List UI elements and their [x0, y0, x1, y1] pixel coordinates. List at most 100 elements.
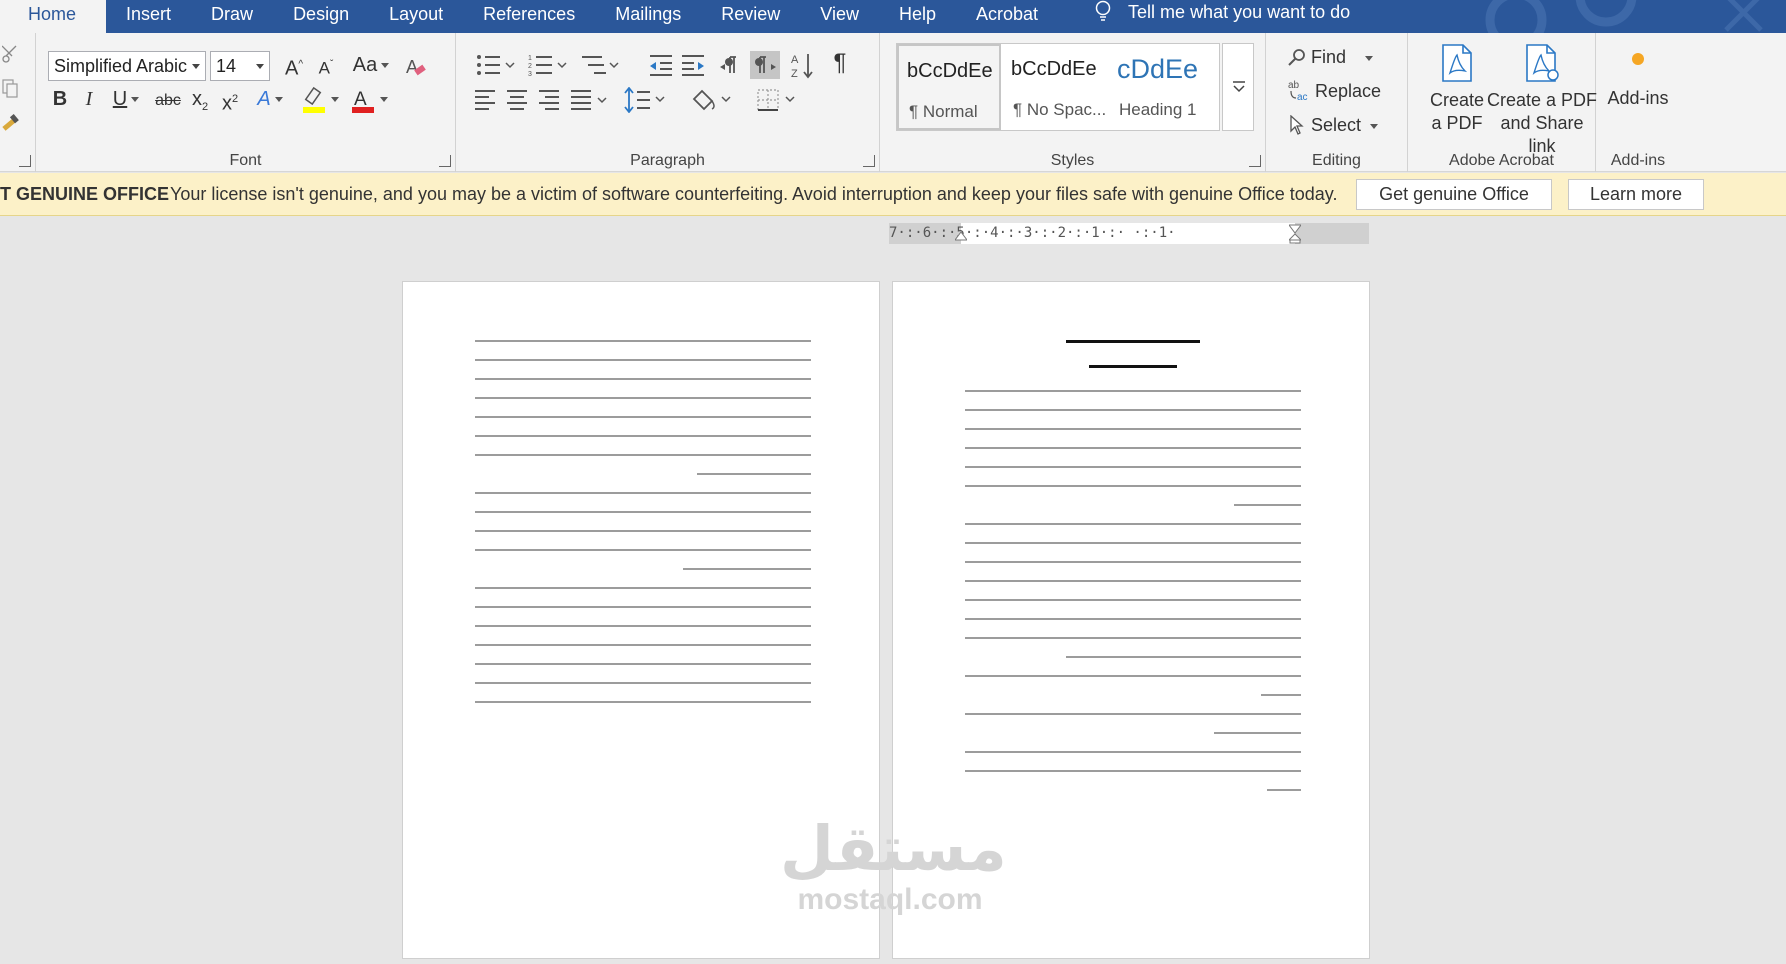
license-title: T GENUINE OFFICE	[0, 184, 170, 204]
tab-insert[interactable]: Insert	[106, 0, 191, 33]
editing-group-label: Editing	[1312, 152, 1361, 169]
addins-group-label: Add-ins	[1610, 152, 1666, 169]
font-size-value: 14	[216, 56, 237, 76]
justify-icon[interactable]	[570, 89, 610, 111]
style-name: ¶ Normal	[909, 102, 978, 121]
sort-icon[interactable]: AZ	[790, 51, 816, 79]
increase-indent-icon[interactable]	[680, 53, 706, 77]
left-indent-marker[interactable]	[955, 232, 967, 244]
paragraph-dialog-launcher[interactable]	[863, 155, 875, 167]
find-button[interactable]: Find	[1288, 43, 1374, 71]
svg-text:3: 3	[528, 71, 532, 77]
highlight-color-button[interactable]	[298, 85, 342, 114]
strikethrough-button[interactable]: abc	[154, 87, 182, 115]
tab-design[interactable]: Design	[273, 0, 369, 33]
chevron-down-icon	[1233, 81, 1245, 93]
replace-button[interactable]: ab ac Replace	[1288, 77, 1381, 105]
tab-mailings[interactable]: Mailings	[595, 0, 701, 33]
addins-icon	[1632, 53, 1644, 65]
get-genuine-office-button[interactable]: Get genuine Office	[1356, 179, 1552, 210]
text-effects-button[interactable]: A	[250, 85, 290, 113]
style-sample: cDdEe	[1117, 54, 1199, 84]
create-pdf-share-button[interactable]: Create a PDF and Share link	[1486, 43, 1598, 158]
watermark-logo: مستقل mostaql.com	[780, 815, 1007, 916]
font-dialog-launcher[interactable]	[439, 155, 451, 167]
addins-button[interactable]: Add-ins	[1602, 47, 1674, 110]
style-normal[interactable]: bCcDdEe ¶ Normal	[897, 44, 1001, 130]
select-button[interactable]: Select	[1288, 111, 1379, 139]
share-line1: Create a PDF	[1486, 90, 1598, 110]
svg-text:2: 2	[528, 63, 532, 70]
svg-text:Z: Z	[791, 68, 798, 79]
highlighter-icon	[303, 86, 325, 113]
right-indent-marker[interactable]	[1289, 223, 1301, 244]
acrobat-group-label: Adobe Acrobat	[1449, 152, 1554, 169]
decrease-indent-icon[interactable]	[648, 53, 674, 77]
multilevel-list-icon[interactable]	[580, 53, 620, 77]
font-size-combo[interactable]: 14	[210, 51, 270, 81]
superscript-button[interactable]: x2	[218, 85, 242, 118]
lightbulb-icon	[1095, 0, 1111, 21]
ribbon: Simplified Arabic 14 A^ Aˇ Aa A B I U ab…	[0, 33, 1786, 172]
svg-text:1: 1	[528, 55, 532, 62]
rtl-direction-icon[interactable]	[750, 51, 780, 79]
font-color-icon: A	[352, 89, 374, 113]
tell-me-search[interactable]: Tell me what you want to do	[1058, 0, 1350, 33]
show-formatting-marks-button[interactable]: ¶	[828, 49, 852, 77]
font-color-button[interactable]: A	[348, 85, 390, 114]
tab-view[interactable]: View	[800, 0, 879, 33]
cut-icon[interactable]	[2, 45, 18, 63]
tab-home[interactable]: Home	[0, 0, 107, 33]
style-no-spacing[interactable]: bCcDdEe ¶ No Spac...	[1003, 44, 1107, 130]
tab-acrobat[interactable]: Acrobat	[956, 0, 1058, 33]
shrink-font-button[interactable]: Aˇ	[314, 51, 338, 83]
ribbon-tab-bar: Home Insert Draw Design Layout Reference…	[0, 0, 1786, 33]
tab-references[interactable]: References	[463, 0, 595, 33]
horizontal-ruler[interactable]: 7·:·6·:·5·:·4·:·3·:·2·:·1·:· ·:·1·	[889, 223, 1369, 244]
font-name-combo[interactable]: Simplified Arabic	[48, 51, 206, 81]
align-center-icon[interactable]	[506, 89, 528, 111]
find-label: Find	[1311, 47, 1347, 67]
learn-more-button[interactable]: Learn more	[1568, 179, 1704, 210]
styles-more-button[interactable]	[1222, 43, 1254, 131]
tab-help[interactable]: Help	[879, 0, 956, 33]
copy-icon[interactable]	[2, 79, 18, 99]
bold-button[interactable]: B	[50, 85, 70, 113]
tab-review[interactable]: Review	[701, 0, 800, 33]
license-warning-bar: T GENUINE OFFICE Your license isn't genu…	[0, 173, 1786, 216]
change-case-button[interactable]: Aa	[348, 51, 394, 79]
shading-icon[interactable]	[690, 87, 734, 113]
addins-group: Add-ins Add-ins	[1596, 33, 1680, 172]
font-group-label: Font	[229, 152, 262, 169]
svg-text:A: A	[406, 57, 418, 77]
watermark-arabic: مستقل	[780, 815, 1007, 884]
subscript-button[interactable]: x2	[188, 85, 212, 121]
svg-text:ab: ab	[1288, 80, 1300, 91]
format-painter-icon[interactable]	[0, 113, 22, 135]
underline-button[interactable]: U	[108, 85, 144, 113]
style-heading-1[interactable]: cDdEe Heading 1	[1109, 44, 1213, 130]
grow-font-button[interactable]: A^	[282, 51, 306, 83]
styles-dialog-launcher[interactable]	[1249, 155, 1261, 167]
numbering-icon[interactable]: 123	[528, 53, 568, 77]
tab-draw[interactable]: Draw	[191, 0, 273, 33]
watermark-latin: mostaql.com	[797, 883, 983, 916]
align-left-icon[interactable]	[474, 89, 496, 111]
align-right-icon[interactable]	[538, 89, 560, 111]
clipboard-dialog-launcher[interactable]	[19, 155, 31, 167]
style-name: Heading 1	[1119, 100, 1197, 119]
addins-label: Add-ins	[1607, 88, 1669, 108]
tab-layout[interactable]: Layout	[369, 0, 463, 33]
clear-formatting-icon[interactable]: A	[404, 55, 428, 79]
line-spacing-icon[interactable]	[624, 87, 668, 113]
bullets-icon[interactable]	[476, 53, 516, 77]
italic-button[interactable]: I	[80, 85, 98, 113]
document-title-line	[1065, 340, 1201, 343]
tell-me-label: Tell me what you want to do	[1128, 2, 1351, 22]
create-pdf-button[interactable]: Create a PDF	[1422, 43, 1492, 135]
page-1-text-block	[965, 340, 1301, 808]
ltr-direction-icon[interactable]	[718, 53, 742, 77]
borders-icon[interactable]	[756, 87, 800, 113]
search-icon	[1288, 49, 1305, 66]
styles-gallery: bCcDdEe ¶ Normal bCcDdEe ¶ No Spac... cD…	[896, 43, 1220, 131]
